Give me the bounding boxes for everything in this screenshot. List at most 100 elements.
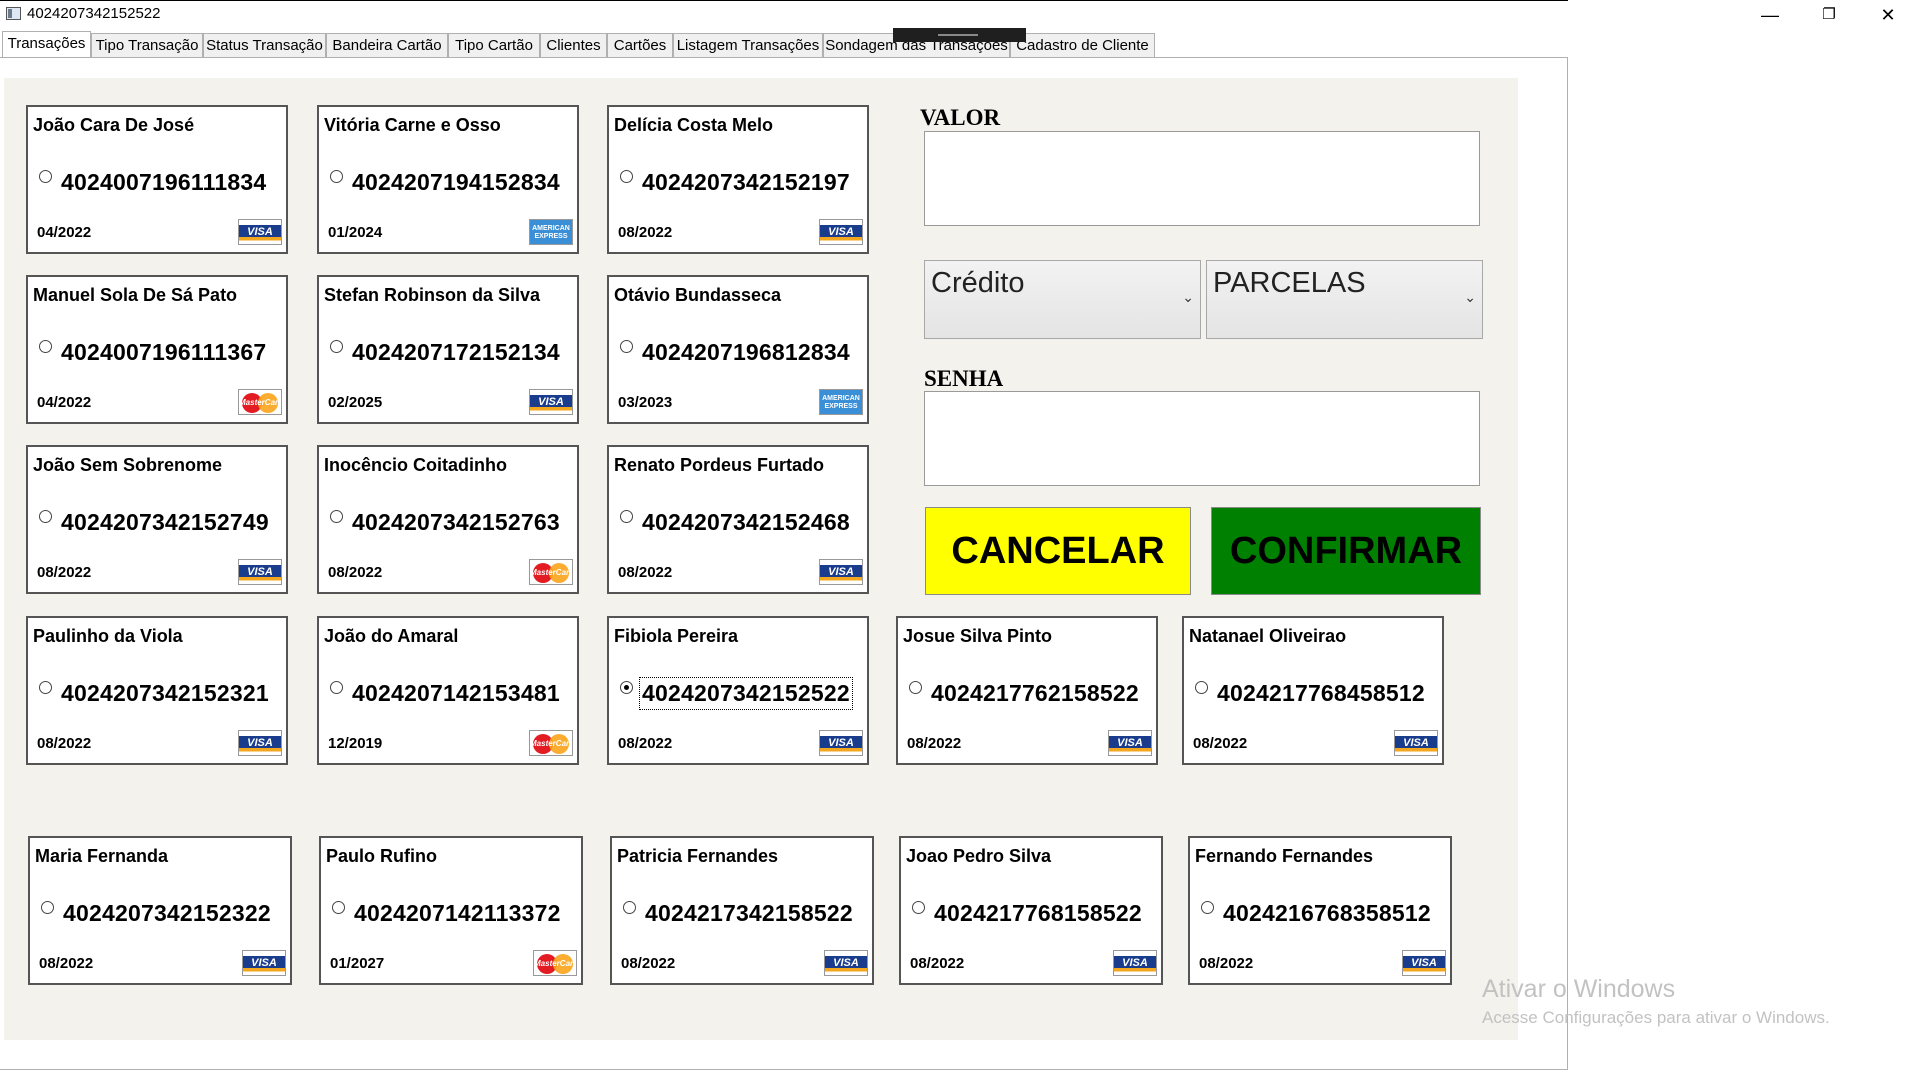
card-item[interactable]: Joao Pedro Silva 4024217768158522 08/2022 V… (899, 836, 1163, 985)
senha-input[interactable] (924, 391, 1480, 486)
card-item[interactable]: João Sem Sobrenome 4024207342152749 08/202… (26, 445, 288, 594)
tab-transacoes[interactable]: Transações (2, 31, 91, 58)
card-select-radio[interactable] (39, 340, 52, 353)
card-select-radio[interactable] (620, 340, 633, 353)
card-number[interactable]: 4024207342152322 (63, 900, 271, 927)
amex-logo-icon: AMERICAN EXPRESS (529, 219, 573, 245)
card-number[interactable]: 4024007196111834 (61, 169, 266, 196)
card-item[interactable]: Delícia Costa Melo 4024207342152197 08/202… (607, 105, 869, 254)
tipo-pagamento-value: Crédito (931, 267, 1025, 299)
card-number[interactable]: 4024217762158522 (931, 680, 1139, 707)
card-select-radio[interactable] (41, 901, 54, 914)
card-holder-name: Maria Fernanda (35, 846, 169, 866)
card-select-radio[interactable] (1201, 901, 1214, 914)
tipo-pagamento-select[interactable]: Crédito ⌄ (924, 260, 1201, 339)
confirm-button[interactable]: CONFIRMAR (1211, 507, 1481, 595)
restore-button[interactable]: ❐ (1806, 3, 1852, 27)
card-item[interactable]: Manuel Sola De Sá Pato 4024007196111367 04… (26, 275, 288, 424)
card-select-radio[interactable] (330, 510, 343, 523)
mastercard-logo-text: MasterCard (239, 398, 282, 407)
card-item[interactable]: Josue Silva Pinto 4024217762158522 08/2022… (896, 616, 1158, 765)
card-expiry: 08/2022 (910, 955, 965, 972)
card-number[interactable]: 4024207342152522 (639, 677, 853, 710)
card-holder-name: Joao Pedro Silva (906, 846, 1052, 866)
visa-logo-icon: VISA (1113, 950, 1157, 976)
card-expiry: 08/2022 (618, 224, 673, 241)
card-item[interactable]: Inocêncio Coitadinho 4024207342152763 08/2… (317, 445, 579, 594)
card-item[interactable]: Fernando Fernandes 4024216768358512 08/202… (1188, 836, 1452, 985)
card-number[interactable]: 4024207196812834 (642, 339, 850, 366)
card-number[interactable]: 4024217342158522 (645, 900, 853, 927)
card-item[interactable]: Natanael Oliveirao 4024217768458512 08/202… (1182, 616, 1444, 765)
card-select-radio[interactable] (39, 681, 52, 694)
parcelas-select[interactable]: PARCELAS ⌄ (1206, 260, 1483, 339)
card-select-radio[interactable] (332, 901, 345, 914)
card-number[interactable]: 4024207172152134 (352, 339, 560, 366)
card-select-radio[interactable] (39, 170, 52, 183)
card-holder-name: Manuel Sola De Sá Pato (33, 285, 238, 305)
tab-cadastro-cliente[interactable]: Cadastro de Cliente (1010, 33, 1155, 57)
card-holder-name: Stefan Robinson da Silva (324, 285, 541, 305)
valor-input[interactable] (924, 131, 1480, 226)
visa-logo-icon: VISA (819, 730, 863, 756)
card-item[interactable]: Paulo Rufino 4024207142113372 01/2027 Maste… (319, 836, 583, 985)
visa-logo-text: VISA (247, 226, 273, 238)
card-select-radio[interactable] (330, 340, 343, 353)
card-number[interactable]: 4024207342152468 (642, 509, 850, 536)
tab-cartoes[interactable]: Cartões (607, 33, 673, 57)
card-holder-name: João Sem Sobrenome (33, 455, 223, 475)
card-select-radio[interactable] (909, 681, 922, 694)
card-number[interactable]: 4024207142153481 (352, 680, 560, 707)
card-expiry: 08/2022 (618, 735, 673, 752)
card-number[interactable]: 4024207342152321 (61, 680, 269, 707)
card-holder-name: Josue Silva Pinto (903, 626, 1053, 646)
card-item[interactable]: Vitória Carne e Osso 4024207194152834 01/2… (317, 105, 579, 254)
card-holder-name: Fernando Fernandes (1195, 846, 1374, 866)
visa-logo-text: VISA (538, 396, 564, 408)
cancel-button[interactable]: CANCELAR (925, 507, 1191, 595)
card-select-radio[interactable] (1195, 681, 1208, 694)
card-select-radio[interactable] (623, 901, 636, 914)
visa-logo-text: VISA (1403, 737, 1429, 749)
tab-tipo-transacao[interactable]: Tipo Transação (91, 33, 203, 57)
tab-listagem-transacoes[interactable]: Listagem Transações (673, 33, 823, 57)
tab-bandeira-cartao[interactable]: Bandeira Cartão (326, 33, 448, 57)
tab-status-transacao[interactable]: Status Transação (203, 33, 326, 57)
card-item[interactable]: João Cara De José 4024007196111834 04/2022… (26, 105, 288, 254)
card-select-radio[interactable] (330, 170, 343, 183)
card-number[interactable]: 4024207142113372 (354, 900, 561, 927)
card-number[interactable]: 4024007196111367 (61, 339, 266, 366)
card-item[interactable]: Maria Fernanda 4024207342152322 08/2022 VIS… (28, 836, 292, 985)
card-select-radio[interactable] (620, 681, 633, 694)
card-number[interactable]: 4024207342152197 (642, 169, 850, 196)
visa-logo-icon: VISA (1402, 950, 1446, 976)
card-number[interactable]: 4024216768358512 (1223, 900, 1431, 927)
card-item[interactable]: Stefan Robinson da Silva 4024207172152134… (317, 275, 579, 424)
card-number[interactable]: 4024217768458512 (1217, 680, 1425, 707)
close-button[interactable]: ✕ (1865, 3, 1911, 27)
app-icon (6, 7, 21, 20)
card-number[interactable]: 4024217768158522 (934, 900, 1142, 927)
card-select-radio[interactable] (912, 901, 925, 914)
card-select-radio[interactable] (330, 681, 343, 694)
visa-logo-icon: VISA (238, 730, 282, 756)
card-number[interactable]: 4024207342152749 (61, 509, 269, 536)
card-item[interactable]: Otávio Bundasseca 4024207196812834 03/2023… (607, 275, 869, 424)
card-holder-name: Vitória Carne e Osso (324, 115, 501, 135)
card-expiry: 12/2019 (328, 735, 383, 752)
chevron-down-icon: ⌄ (1182, 289, 1194, 305)
card-select-radio[interactable] (620, 170, 633, 183)
card-number[interactable]: 4024207194152834 (352, 169, 560, 196)
tab-clientes[interactable]: Clientes (540, 33, 607, 57)
card-item[interactable]: Fibiola Pereira 4024207342152522 08/2022 VI… (607, 616, 869, 765)
card-select-radio[interactable] (39, 510, 52, 523)
card-number[interactable]: 4024207342152763 (352, 509, 560, 536)
card-item[interactable]: Renato Pordeus Furtado 4024207342152468 08… (607, 445, 869, 594)
card-item[interactable]: Paulinho da Viola 4024207342152321 08/2022… (26, 616, 288, 765)
drag-handle[interactable] (893, 28, 1026, 42)
card-select-radio[interactable] (620, 510, 633, 523)
card-item[interactable]: Patricia Fernandes 4024217342158522 08/202… (610, 836, 874, 985)
tab-tipo-cartao[interactable]: Tipo Cartão (448, 33, 540, 57)
minimize-button[interactable]: — (1747, 3, 1793, 27)
card-item[interactable]: João do Amaral 4024207142153481 12/2019 Mas… (317, 616, 579, 765)
